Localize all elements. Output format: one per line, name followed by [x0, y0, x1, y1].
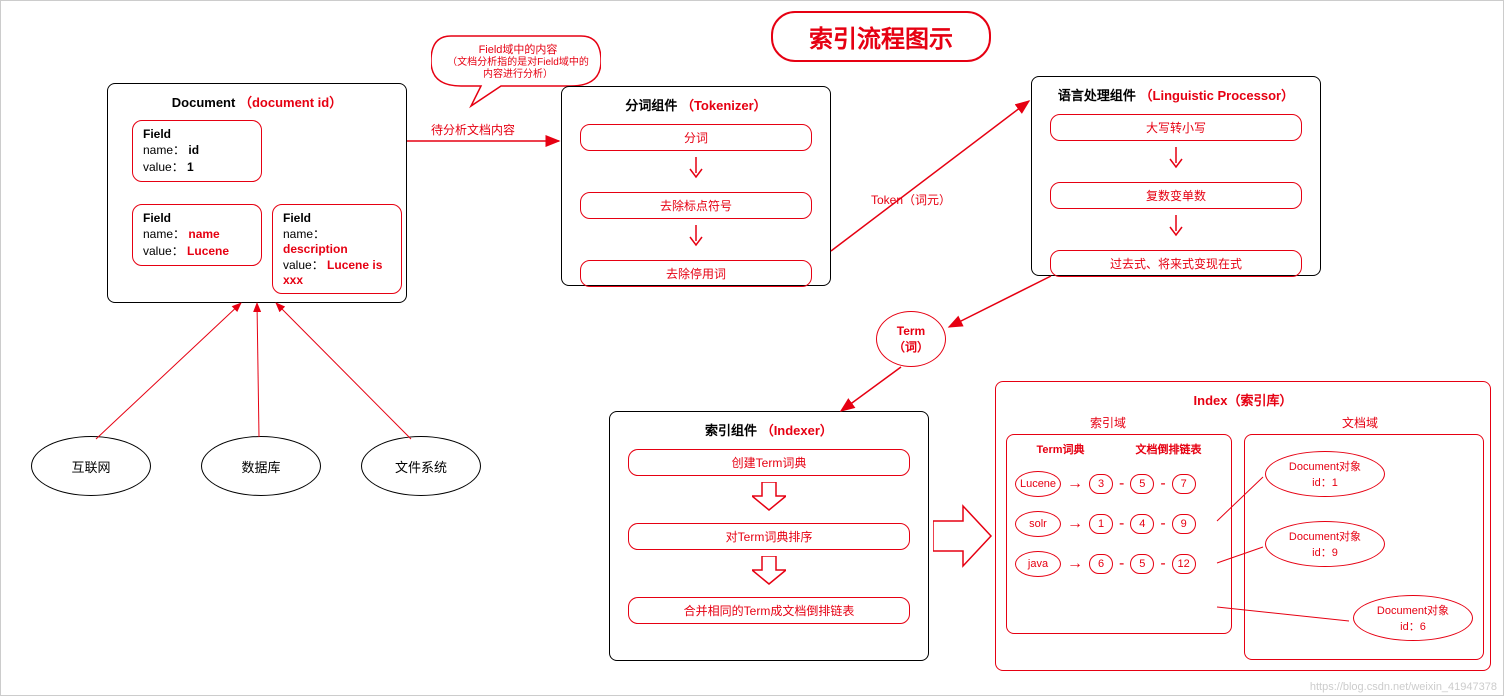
doc-obj-2: Document对象id：9: [1265, 521, 1385, 567]
source-database: 数据库: [201, 436, 321, 496]
document-title: Document （document id）: [108, 84, 406, 115]
diagram-title: 索引流程图示: [771, 11, 991, 62]
tokenizer-step-3: 去除停用词: [580, 260, 812, 287]
bubble-line2: （文档分析指的是对Field域中的内容进行分析）: [443, 57, 593, 81]
indexer-step-1: 创建Term词典: [628, 449, 910, 476]
index-col-header-2: 文档域: [1342, 414, 1378, 431]
indexer-step-2: 对Term词典排序: [628, 523, 910, 550]
doc-domain-box: Document对象id：1 Document对象id：9 Document对象…: [1244, 434, 1484, 660]
term-ellipse: Term （词）: [876, 311, 946, 367]
linguistic-box: 语言处理组件 （Linguistic Processor） 大写转小写 复数变单…: [1031, 76, 1321, 276]
linguistic-step-1: 大写转小写: [1050, 114, 1302, 141]
tokenizer-step-1: 分词: [580, 124, 812, 151]
field-id: Field name： id value： 1: [132, 120, 262, 182]
bubble-line1: Field域中的内容: [443, 41, 593, 57]
document-box: Document （document id） Field name： id va…: [107, 83, 407, 303]
indexer-box: 索引组件 （Indexer） 创建Term词典 对Term词典排序 合并相同的T…: [609, 411, 929, 661]
arrow-label-analyze: 待分析文档内容: [431, 121, 515, 138]
diagram-canvas: 索引流程图示 Field域中的内容 （文档分析指的是对Field域中的内容进行分…: [0, 0, 1504, 696]
linguistic-step-2: 复数变单数: [1050, 182, 1302, 209]
source-internet: 互联网: [31, 436, 151, 496]
source-filesystem: 文件系统: [361, 436, 481, 496]
index-col-header-1: 索引域: [1090, 414, 1126, 431]
token-label: Token（词元）: [871, 191, 951, 208]
indexer-step-3: 合并相同的Term成文档倒排链表: [628, 597, 910, 624]
doc-obj-3: Document对象id：6: [1353, 595, 1473, 641]
term-lucene: Lucene: [1015, 471, 1061, 497]
index-domain-box: Term词典 文档倒排链表 Lucene → 3- 5- 7 solr → 1-…: [1006, 434, 1232, 634]
posting-list-header: 文档倒排链表: [1136, 441, 1202, 457]
linguistic-step-3: 过去式、将来式变现在式: [1050, 250, 1302, 277]
term-dict-header: Term词典: [1036, 441, 1084, 457]
index-title: Index（索引库）: [996, 382, 1490, 413]
field-description: Field name： description value： Lucene is…: [272, 204, 402, 294]
indexer-title: 索引组件 （Indexer）: [610, 412, 928, 443]
watermark: https://blog.csdn.net/weixin_41947378: [1310, 681, 1497, 693]
linguistic-title: 语言处理组件 （Linguistic Processor）: [1032, 77, 1320, 108]
term-java: java: [1015, 551, 1061, 577]
index-box: Index（索引库） 索引域 文档域 Term词典 文档倒排链表 Lucene …: [995, 381, 1491, 671]
tokenizer-box: 分词组件 （Tokenizer） 分词 去除标点符号 去除停用词: [561, 86, 831, 286]
doc-obj-1: Document对象id：1: [1265, 451, 1385, 497]
field-name: Field name： name value： Lucene: [132, 204, 262, 266]
tokenizer-title: 分词组件 （Tokenizer）: [562, 87, 830, 118]
term-solr: solr: [1015, 511, 1061, 537]
tokenizer-step-2: 去除标点符号: [580, 192, 812, 219]
indexer-to-index-arrow: [933, 501, 993, 576]
